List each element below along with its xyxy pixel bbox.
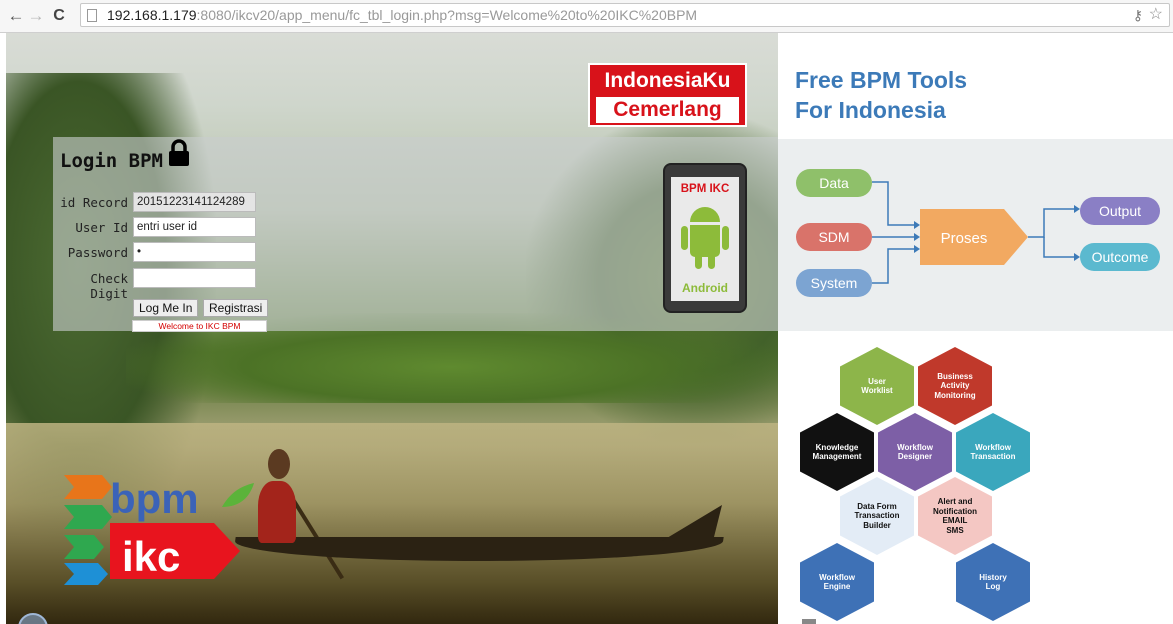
right-title-line-2: For Indonesia [795,97,946,123]
lock-icon [169,139,189,166]
android-arm-left [681,226,688,250]
check-digit-input[interactable] [133,268,256,288]
hex-business-activity-monitoring: Business Activity Monitoring [918,347,992,425]
bpm-ikc-logo: bpm ikc [64,475,254,585]
url-text[interactable]: 192.168.1.179:8080/ikcv20/app_menu/fc_tb… [107,4,697,26]
badge-line-2: Cemerlang [596,97,739,123]
flow-input-data: Data [796,169,872,197]
feature-hexagons: User Worklist Business Activity Monitori… [796,347,1036,622]
flow-input-system: System [796,269,872,297]
android-arm-right [722,226,729,250]
welcome-message: Welcome to IKC BPM [132,320,267,332]
password-label: Password [67,245,128,260]
phone-caption: Android [682,281,728,295]
url-host: 192.168.1.179 [107,7,197,23]
flow-process-label: Proses [941,230,988,247]
check-digit-label: Check Digit [90,271,128,301]
login-title: Login BPM [60,150,163,172]
back-arrow-icon[interactable]: ← [6,5,26,27]
right-title-line-1: Free BPM Tools [795,67,968,93]
user-id-label: User Id [75,220,128,235]
key-icon[interactable]: ⚷ [1133,5,1143,25]
logo-ikc-text: ikc [122,533,180,580]
id-record-label: id Record [60,195,128,210]
android-leg-right [708,255,715,269]
bookmark-star-icon[interactable]: ☆ [1149,4,1163,26]
password-input[interactable]: • [133,242,256,262]
flow-outcome: Outcome [1080,243,1160,271]
hex-data-form-transaction-builder: Data Form Transaction Builder [840,477,914,555]
android-leg-left [695,255,702,269]
android-icon [690,207,720,222]
user-id-input[interactable]: entri user id [133,217,256,237]
hex-workflow-engine: Workflow Engine [800,543,874,621]
rower-head [268,449,290,479]
hex-workflow-transaction: Workflow Transaction [956,413,1030,491]
badge-line-1: IndonesiaKu [604,69,731,92]
landscape-background: IndonesiaKu Cemerlang Login BPM id Recor… [6,33,778,624]
process-flow-diagram: Data SDM System Proses Output Outcome [778,139,1173,331]
hex-knowledge-management: Knowledge Management [800,413,874,491]
login-panel: Login BPM id Record 20151223141124289 Us… [53,137,778,332]
address-bar[interactable]: 192.168.1.179:8080/ikcv20/app_menu/fc_tb… [80,3,1170,27]
right-panel: Free BPM Tools For Indonesia Data SDM Sy… [778,33,1173,624]
hex-history-log: History Log [956,543,1030,621]
reload-icon[interactable]: C [49,5,69,27]
phone-screen: BPM IKC Android [671,177,739,301]
flow-output: Output [1080,197,1160,225]
bottom-stub [802,619,816,624]
hex-user-worklist: User Worklist [840,347,914,425]
hex-alert-and-notification: Alert and Notification EMAIL SMS [918,477,992,555]
indonesiaku-badge: IndonesiaKu Cemerlang [588,63,747,127]
log-me-in-button[interactable]: Log Me In [133,299,199,317]
flow-process-shape: Proses [920,209,1028,265]
page-icon [87,9,97,22]
browser-toolbar: ← → C 192.168.1.179:8080/ikcv20/app_menu… [0,0,1173,33]
rower [258,481,296,543]
url-path: :8080/ikcv20/app_menu/fc_tbl_login.php?m… [196,7,698,23]
android-body [690,225,720,257]
android-phone-graphic: BPM IKC Android [663,163,747,313]
id-record-field: 20151223141124289 [133,192,256,212]
forward-arrow-icon[interactable]: → [26,5,46,27]
logo-bpm-text: bpm [110,475,199,522]
registrasi-button[interactable]: Registrasi [203,299,269,317]
phone-title: BPM IKC [680,183,730,195]
hex-workflow-designer: Workflow Designer [878,413,952,491]
flow-input-sdm: SDM [796,223,872,251]
